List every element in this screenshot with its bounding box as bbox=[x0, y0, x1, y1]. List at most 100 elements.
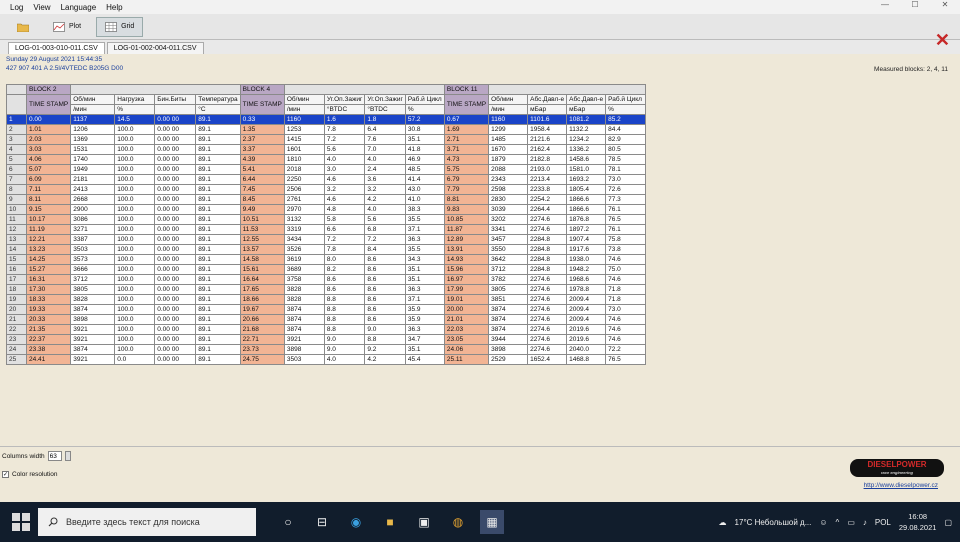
clock[interactable]: 16:08 29.08.2021 bbox=[899, 511, 937, 533]
table-cell[interactable]: 2009.4 bbox=[566, 294, 607, 305]
table-cell[interactable]: 3851 bbox=[488, 294, 529, 305]
table-cell[interactable]: 72.6 bbox=[605, 184, 647, 195]
table-cell[interactable]: 20.66 bbox=[239, 314, 285, 325]
table-cell[interactable]: 2193.0 bbox=[527, 164, 568, 175]
table-cell[interactable]: 8.6 bbox=[364, 264, 406, 275]
table-cell[interactable]: 82.9 bbox=[605, 134, 647, 145]
table-cell[interactable]: 11.19 bbox=[25, 224, 72, 235]
table-cell[interactable]: 4.0 bbox=[323, 354, 366, 365]
table-cell[interactable]: 1693.2 bbox=[566, 174, 607, 185]
table-cell[interactable]: 4.73 bbox=[443, 154, 490, 165]
table-cell[interactable]: 0.00 00 bbox=[154, 314, 197, 325]
table-cell[interactable]: 89.1 bbox=[195, 274, 241, 285]
table-cell[interactable]: 3642 bbox=[488, 254, 529, 265]
file-explorer-icon[interactable]: ■ bbox=[378, 510, 402, 534]
table-cell[interactable]: 1137 bbox=[70, 114, 116, 125]
table-cell[interactable]: 23.05 bbox=[443, 334, 490, 345]
table-cell[interactable]: 3805 bbox=[70, 284, 116, 295]
table-cell[interactable]: 35.9 bbox=[404, 314, 445, 325]
table-cell[interactable]: 41.0 bbox=[404, 194, 445, 205]
table-cell[interactable]: 1740 bbox=[70, 154, 116, 165]
minimize-icon[interactable]: — bbox=[870, 0, 900, 9]
table-cell[interactable]: 35.5 bbox=[404, 244, 445, 255]
table-cell[interactable]: 2274.6 bbox=[527, 224, 568, 235]
table-cell[interactable]: 1369 bbox=[70, 134, 116, 145]
table-cell[interactable]: 3039 bbox=[488, 204, 529, 215]
table-cell[interactable]: 3.6 bbox=[364, 174, 406, 185]
table-cell[interactable]: 0.00 00 bbox=[154, 284, 197, 295]
table-cell[interactable]: 100.0 bbox=[114, 344, 156, 355]
table-cell[interactable]: 16.64 bbox=[239, 274, 285, 285]
table-cell[interactable]: 1879 bbox=[488, 154, 529, 165]
table-cell[interactable]: 9.49 bbox=[239, 204, 285, 215]
table-cell[interactable]: 89.1 bbox=[195, 134, 241, 145]
table-cell[interactable]: 1581.0 bbox=[566, 164, 607, 175]
table-cell[interactable]: 2668 bbox=[70, 194, 116, 205]
table-cell[interactable]: 2274.6 bbox=[527, 314, 568, 325]
table-cell[interactable]: 1458.6 bbox=[566, 154, 607, 165]
table-cell[interactable]: 3828 bbox=[70, 294, 116, 305]
table-row[interactable]: 25 24.41 3921 0.0 0.00 00 89.1 24.75 3503 4.0 4.2… bbox=[6, 354, 647, 365]
table-cell[interactable]: 20.00 bbox=[443, 304, 490, 315]
table-cell[interactable]: 85.2 bbox=[605, 114, 647, 125]
table-cell[interactable]: 75.8 bbox=[605, 234, 647, 245]
table-cell[interactable]: 2121.6 bbox=[527, 134, 568, 145]
table-row[interactable]: 10 9.15 2900 100.0 0.00 00 89.1 9.49 2970 4.8 4.0… bbox=[6, 204, 647, 215]
table-row[interactable]: 20 19.33 3874 100.0 0.00 00 89.1 19.67 3874 8.8 8… bbox=[6, 304, 647, 315]
table-cell[interactable]: 18.66 bbox=[239, 294, 285, 305]
table-cell[interactable]: 3874 bbox=[488, 324, 529, 335]
table-cell[interactable]: 100.0 bbox=[114, 144, 156, 155]
table-cell[interactable]: 3.71 bbox=[443, 144, 490, 155]
table-cell[interactable]: 1601 bbox=[283, 144, 325, 155]
table-cell[interactable]: 6.4 bbox=[364, 124, 406, 135]
table-cell[interactable]: 2900 bbox=[70, 204, 116, 215]
table-cell[interactable]: 15.61 bbox=[239, 264, 285, 275]
grid-button[interactable]: Grid bbox=[96, 16, 144, 37]
weather-text[interactable]: 17°C Небольшой д... bbox=[735, 518, 812, 527]
menu-help[interactable]: Help bbox=[106, 3, 122, 12]
table-cell[interactable]: 0.67 bbox=[443, 114, 490, 125]
table-cell[interactable]: 2761 bbox=[283, 194, 325, 205]
table-row[interactable]: 12 11.19 3271 100.0 0.00 00 89.1 11.53 3319 6.6 6… bbox=[6, 224, 647, 235]
table-cell[interactable]: 1.35 bbox=[239, 124, 285, 135]
table-cell[interactable]: 1.6 bbox=[323, 114, 366, 125]
table-cell[interactable]: 2274.6 bbox=[527, 274, 568, 285]
table-cell[interactable]: 8.6 bbox=[364, 294, 406, 305]
table-cell[interactable]: 4.06 bbox=[25, 154, 72, 165]
color-resolution-checkbox[interactable]: ✓ bbox=[2, 471, 9, 478]
table-cell[interactable]: 6.6 bbox=[323, 224, 366, 235]
table-cell[interactable]: 0.00 00 bbox=[154, 134, 197, 145]
table-cell[interactable]: 5.6 bbox=[364, 214, 406, 225]
table-cell[interactable]: 2018 bbox=[283, 164, 325, 175]
table-cell[interactable]: 2274.6 bbox=[527, 324, 568, 335]
table-cell[interactable]: 4.0 bbox=[323, 154, 366, 165]
table-cell[interactable]: 2.37 bbox=[239, 134, 285, 145]
table-cell[interactable]: 77.3 bbox=[605, 194, 647, 205]
table-cell[interactable]: 16.97 bbox=[443, 274, 490, 285]
table-cell[interactable]: 1958.4 bbox=[527, 124, 568, 135]
table-cell[interactable]: 1160 bbox=[283, 114, 325, 125]
tab-log-2[interactable]: LOG-01-002-004-011.CSV bbox=[106, 42, 204, 54]
table-cell[interactable]: 1160 bbox=[488, 114, 529, 125]
table-cell[interactable]: 74.6 bbox=[605, 314, 647, 325]
table-cell[interactable]: 3457 bbox=[488, 234, 529, 245]
table-cell[interactable]: 100.0 bbox=[114, 194, 156, 205]
table-cell[interactable]: 3319 bbox=[283, 224, 325, 235]
table-cell[interactable]: 24.06 bbox=[443, 344, 490, 355]
table-cell[interactable]: 23.38 bbox=[25, 344, 72, 355]
table-cell[interactable]: 7.8 bbox=[323, 124, 366, 135]
open-folder-button[interactable] bbox=[8, 17, 38, 37]
table-cell[interactable]: 2506 bbox=[283, 184, 325, 195]
table-row[interactable]: 4 3.03 1531 100.0 0.00 00 89.1 3.37 1601 5.6 7.0 4… bbox=[6, 144, 647, 155]
table-cell[interactable]: 3898 bbox=[70, 314, 116, 325]
table-cell[interactable]: 8.8 bbox=[323, 304, 366, 315]
table-cell[interactable]: 3.03 bbox=[25, 144, 72, 155]
table-cell[interactable]: 2.4 bbox=[364, 164, 406, 175]
table-cell[interactable]: 1805.4 bbox=[566, 184, 607, 195]
table-cell[interactable]: 6.44 bbox=[239, 174, 285, 185]
table-row[interactable]: 24 23.38 3874 100.0 0.00 00 89.1 23.73 3898 9.0 9… bbox=[6, 344, 647, 355]
close-window-icon[interactable]: ✕ bbox=[930, 0, 960, 9]
table-cell[interactable]: 2274.6 bbox=[527, 214, 568, 225]
table-cell[interactable]: 41.8 bbox=[404, 144, 445, 155]
table-cell[interactable]: 4.6 bbox=[323, 174, 366, 185]
